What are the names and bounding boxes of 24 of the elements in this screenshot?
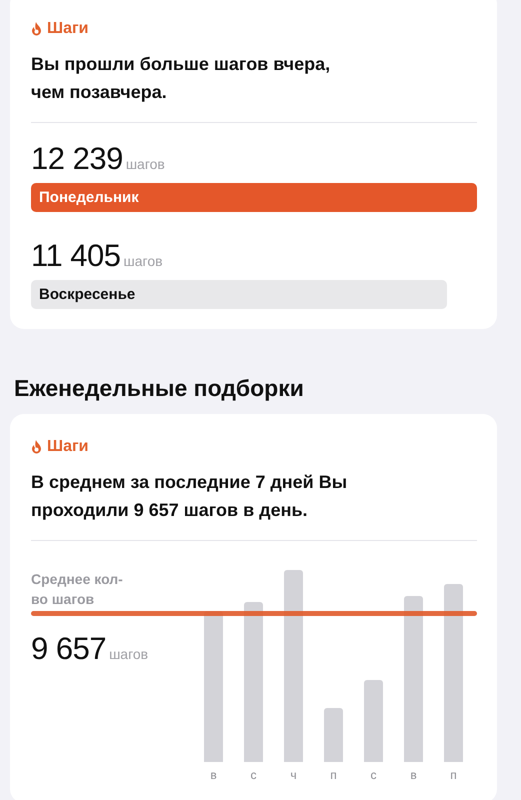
day-label: п	[330, 768, 337, 783]
message-text: Вы прошли больше шагов вчера, чем позавчера.	[31, 53, 332, 104]
message-text: В среднем за последние 7 дней Вы проходили 9 657 шагов в день.	[31, 471, 348, 522]
day-name: Воскресенье	[39, 286, 136, 303]
day-label: с	[250, 768, 256, 783]
day-label: п	[450, 768, 457, 783]
day-label: в	[210, 768, 217, 783]
flame-icon	[31, 22, 42, 36]
day-label: ч	[290, 768, 297, 783]
section-title: Еженедельные подборки	[13, 375, 305, 402]
average-label: Среднее кол-во шагов	[31, 570, 124, 609]
day-bar	[324, 708, 343, 762]
day-label: с	[370, 768, 376, 783]
category-label: Шаги	[47, 438, 88, 456]
step-count: 11 405	[31, 238, 121, 274]
unit-label: шагов	[126, 156, 165, 172]
category-label: Шаги	[47, 20, 88, 38]
day-label: в	[410, 768, 417, 783]
unit-label: шагов	[109, 646, 148, 662]
unit-label: шагов	[124, 253, 163, 269]
day-name: Понедельник	[39, 189, 139, 206]
step-count: 12 239	[31, 141, 123, 177]
average-count: 9 657	[31, 631, 106, 667]
flame-icon	[31, 440, 42, 454]
